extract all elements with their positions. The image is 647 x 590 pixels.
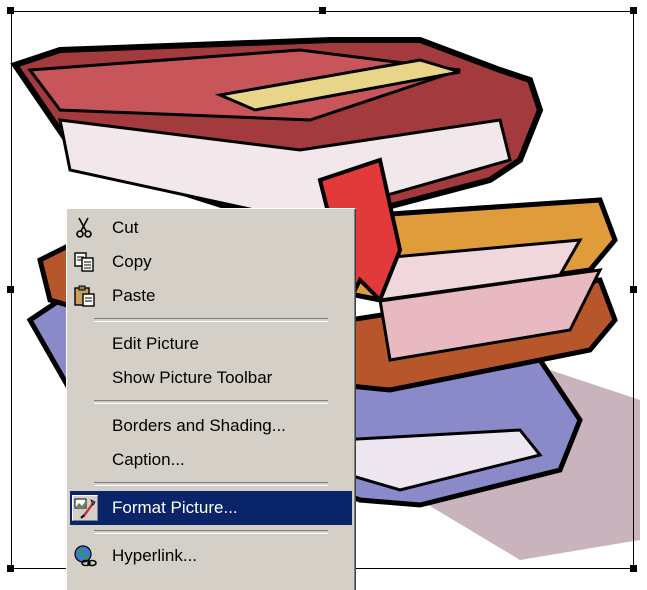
resize-handle-middle-right[interactable] <box>630 286 637 293</box>
menu-item-show-picture-toolbar[interactable]: Show Picture Toolbar <box>70 361 352 395</box>
context-menu: Cut Copy Paste Edit Picture Show Picture… <box>66 208 356 590</box>
menu-separator <box>94 530 328 534</box>
menu-separator <box>94 318 328 322</box>
scissors-icon <box>73 216 97 240</box>
menu-item-edit-picture[interactable]: Edit Picture <box>70 327 352 361</box>
menu-item-label: Hyperlink... <box>112 546 198 565</box>
resize-handle-top-center[interactable] <box>319 7 326 14</box>
menu-item-label: Borders and Shading... <box>112 416 286 435</box>
menu-item-copy[interactable]: Copy <box>70 245 352 279</box>
resize-handle-bottom-left[interactable] <box>7 565 14 572</box>
resize-handle-top-right[interactable] <box>630 7 637 14</box>
menu-item-label: Cut <box>112 218 139 237</box>
format-picture-icon <box>72 495 98 521</box>
menu-item-paste[interactable]: Paste <box>70 279 352 313</box>
menu-item-label: Show Picture Toolbar <box>112 368 273 387</box>
resize-handle-middle-left[interactable] <box>7 286 14 293</box>
menu-item-label: Edit Picture <box>112 334 199 353</box>
copy-icon <box>73 250 97 274</box>
menu-item-label: Paste <box>112 286 156 305</box>
paste-icon <box>73 284 97 308</box>
menu-item-label: Format Picture... <box>112 498 238 517</box>
menu-item-label: Copy <box>112 252 152 271</box>
resize-handle-top-left[interactable] <box>7 7 14 14</box>
menu-item-hyperlink[interactable]: Hyperlink... <box>70 539 352 573</box>
menu-separator <box>94 400 328 404</box>
menu-item-borders-and-shading[interactable]: Borders and Shading... <box>70 409 352 443</box>
hyperlink-globe-icon <box>73 544 97 568</box>
resize-handle-bottom-right[interactable] <box>630 565 637 572</box>
menu-item-caption[interactable]: Caption... <box>70 443 352 477</box>
menu-item-format-picture[interactable]: Format Picture... <box>70 491 352 525</box>
document-canvas: Cut Copy Paste Edit Picture Show Picture… <box>0 0 647 590</box>
menu-item-cut[interactable]: Cut <box>70 211 352 245</box>
menu-item-label: Caption... <box>112 450 185 469</box>
menu-separator <box>94 482 328 486</box>
